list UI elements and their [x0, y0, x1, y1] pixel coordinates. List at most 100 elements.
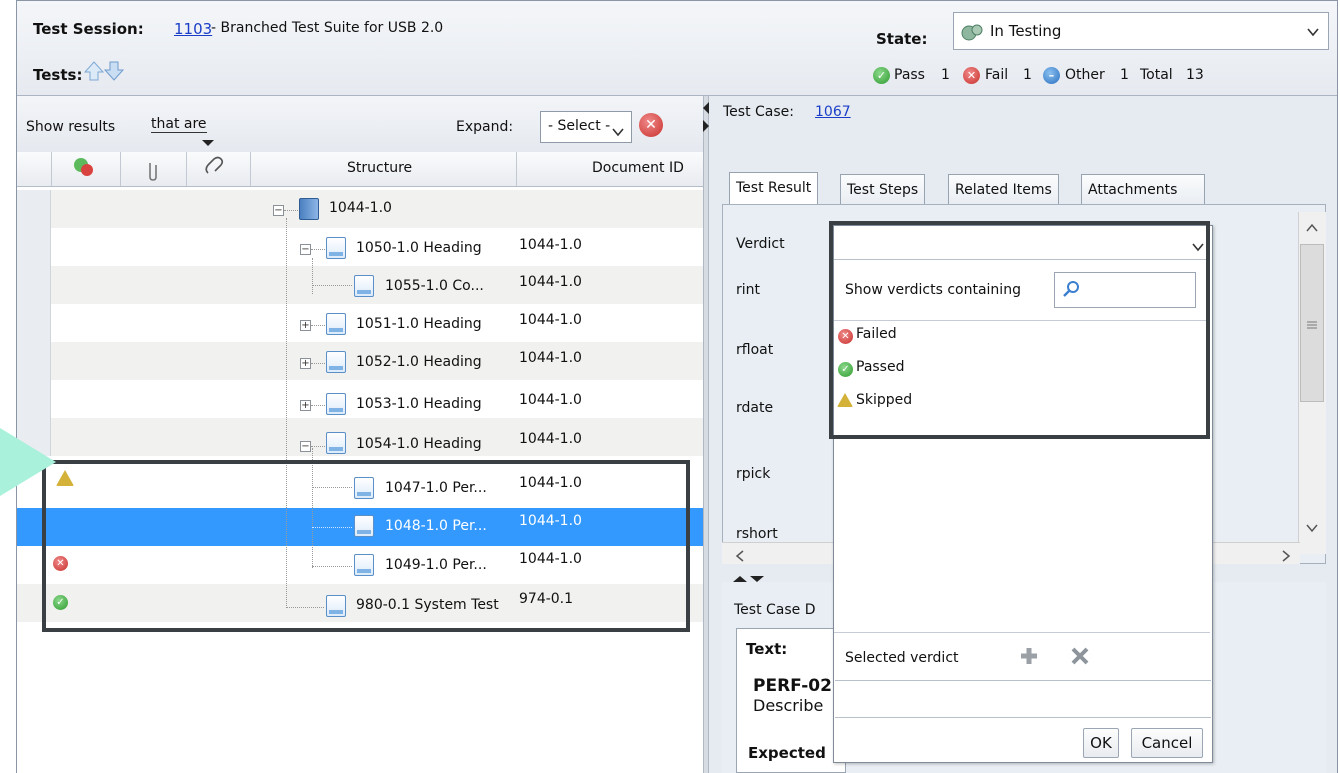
description-heading: PERF-02 — [753, 676, 832, 696]
test-case-label: Test Case: — [723, 104, 794, 120]
session-label: Test Session: — [33, 20, 144, 38]
tab-related-items[interactable]: Related Items — [948, 174, 1059, 204]
field-label-rint: rint — [736, 282, 761, 298]
row-gutter — [17, 380, 51, 418]
other-icon: – — [1043, 67, 1060, 84]
scroll-up-icon[interactable] — [1306, 219, 1318, 237]
scroll-down-icon[interactable] — [1306, 519, 1318, 537]
qualifier-caret-icon — [200, 134, 216, 152]
test-case-id-link[interactable]: 1067 — [815, 104, 851, 120]
collapse-toggle[interactable]: − — [300, 244, 311, 255]
field-label-rdate: rdate — [736, 400, 774, 416]
row-gutter — [17, 228, 51, 266]
text-label: Text: — [746, 640, 788, 658]
qualifier-dropdown[interactable]: that are — [151, 116, 207, 133]
expand-toggle[interactable]: + — [300, 400, 311, 411]
document-id-cell: 1044-1.0 — [519, 350, 582, 366]
selected-verdict-label: Selected verdict — [845, 650, 959, 666]
tree-line — [311, 405, 325, 406]
down-arrow-icon[interactable] — [103, 60, 125, 86]
scroll-right-icon[interactable] — [1281, 548, 1291, 566]
collapse-toggle[interactable]: − — [273, 205, 284, 216]
column-separator — [186, 152, 187, 186]
tree-node-label: 1051-1.0 Heading — [356, 316, 482, 332]
other-count: 1 — [1120, 67, 1129, 83]
tree-node-label: 1044-1.0 — [329, 200, 392, 216]
tree-node-label: 1054-1.0 Heading — [356, 436, 482, 452]
remove-verdict-icon[interactable] — [1068, 644, 1092, 672]
column-separator — [250, 152, 251, 186]
collapse-toggle[interactable]: − — [300, 441, 311, 452]
tree-line — [284, 210, 298, 211]
pass-label: Pass — [894, 67, 925, 83]
tab-attachments[interactable]: Attachments — [1081, 174, 1205, 204]
expand-chevron-icon — [612, 123, 624, 141]
verdict-column-icon[interactable] — [72, 156, 96, 182]
verdict-highlight-box — [829, 221, 1210, 439]
attachment-column-icon[interactable] — [145, 160, 161, 186]
total-label: Total — [1140, 67, 1173, 83]
fail-icon: ✕ — [963, 67, 980, 84]
row-gutter — [17, 266, 51, 304]
document-icon — [326, 237, 346, 259]
tree-node-label: 1055-1.0 Co... — [385, 278, 484, 294]
description-text: Describe — [753, 696, 824, 715]
row-gutter — [17, 190, 51, 228]
selected-verdict-field[interactable] — [835, 680, 1211, 718]
column-separator — [120, 152, 121, 186]
chevron-down-icon[interactable] — [1306, 24, 1320, 42]
fail-count: 1 — [1023, 67, 1032, 83]
scroll-left-icon[interactable] — [735, 548, 745, 566]
tree-line — [312, 258, 313, 294]
state-value: In Testing — [990, 22, 1062, 40]
ok-button[interactable]: OK — [1083, 728, 1119, 758]
document-id-cell: 1044-1.0 — [519, 431, 582, 447]
clear-filter-icon[interactable]: ✕ — [639, 113, 663, 137]
tree-line — [311, 446, 325, 447]
document-icon — [326, 351, 346, 373]
session-id-link[interactable]: 1103 — [174, 20, 212, 38]
field-label-rpick: rpick — [736, 466, 771, 482]
tree-node-label: 1052-1.0 Heading — [356, 354, 482, 370]
expand-toggle[interactable]: + — [300, 320, 311, 331]
document-icon — [354, 275, 374, 297]
document-id-cell: 1044-1.0 — [519, 237, 582, 253]
expected-label: Expected — [748, 744, 826, 762]
grip-icon — [1306, 316, 1318, 334]
row-gutter — [17, 342, 51, 380]
add-verdict-icon[interactable] — [1017, 644, 1041, 672]
highlight-box — [42, 460, 690, 632]
fail-label: Fail — [985, 67, 1009, 83]
expand-toggle[interactable]: + — [300, 358, 311, 369]
document-id-column-header[interactable]: Document ID — [592, 160, 684, 176]
document-id-cell: 1044-1.0 — [519, 392, 582, 408]
divider — [834, 632, 1210, 633]
tests-label: Tests: — [33, 66, 83, 84]
in-testing-icon — [960, 22, 984, 46]
state-label: State: — [876, 30, 928, 48]
cancel-button[interactable]: Cancel — [1131, 728, 1203, 758]
tree-line — [311, 325, 325, 326]
field-label-verdict: Verdict — [736, 236, 785, 252]
total-count: 13 — [1186, 67, 1204, 83]
pass-count: 1 — [941, 67, 950, 83]
column-separator — [516, 152, 517, 186]
tree-node-label: 1050-1.0 Heading — [356, 240, 482, 256]
column-separator — [51, 152, 52, 186]
structure-column-header[interactable]: Structure — [347, 160, 412, 176]
lower-pane-title: Test Case D — [734, 602, 816, 618]
document-icon — [326, 432, 346, 454]
tree-line — [311, 249, 325, 250]
tab-test-result[interactable]: Test Result — [729, 172, 819, 204]
document-icon — [326, 313, 346, 335]
field-label-rfloat: rfloat — [736, 342, 774, 358]
field-label-rshort: rshort — [736, 526, 778, 542]
expand-label: Expand: — [456, 119, 514, 135]
tab-test-steps[interactable]: Test Steps — [840, 174, 926, 204]
link-column-icon[interactable] — [202, 155, 226, 183]
document-icon — [326, 393, 346, 415]
up-arrow-icon[interactable] — [83, 60, 105, 86]
test-suite-icon — [299, 198, 319, 220]
document-id-cell: 1044-1.0 — [519, 312, 582, 328]
session-title: - Branched Test Suite for USB 2.0 — [211, 20, 444, 36]
